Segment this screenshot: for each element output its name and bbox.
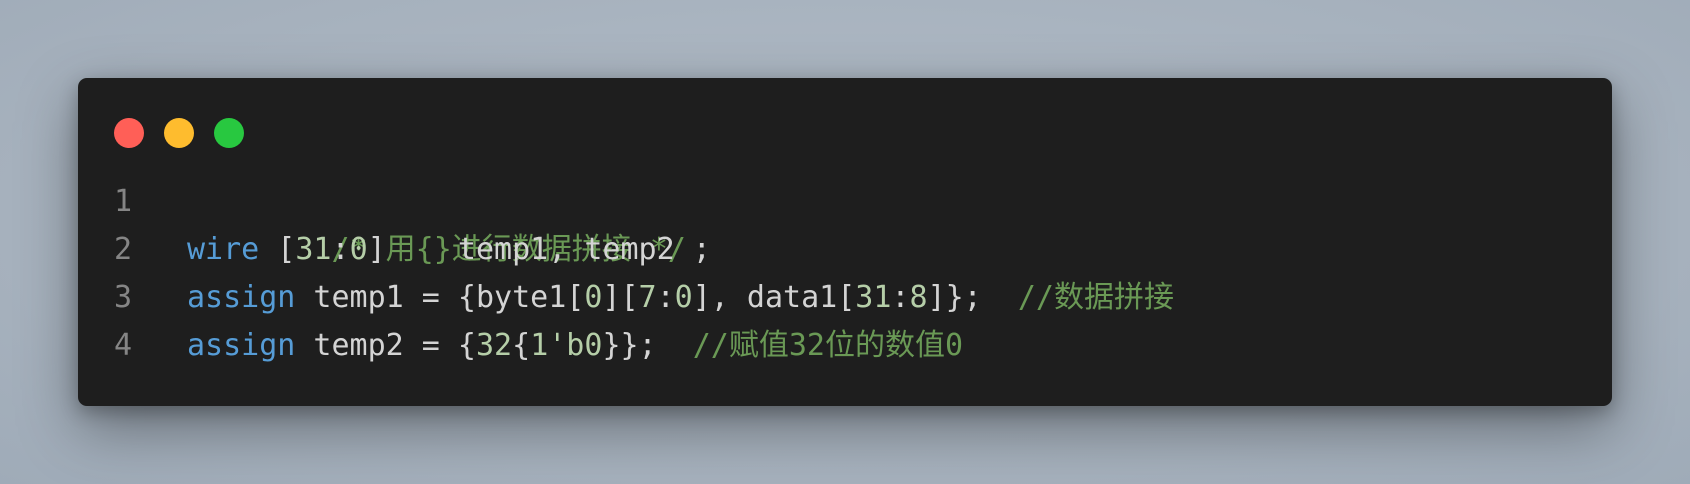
plain-token: temp1 = {byte1[ bbox=[295, 280, 585, 315]
code-line: 3 assign temp1 = {byte1[0][7:0], data1[3… bbox=[78, 274, 1612, 322]
plain-token: }}; bbox=[602, 328, 693, 363]
line-number: 2 bbox=[114, 232, 133, 267]
plain-token: temp2 = { bbox=[295, 328, 476, 363]
plain-token: : bbox=[656, 280, 675, 315]
traffic-lights bbox=[114, 118, 244, 148]
line-content: assign temp1 = {byte1[0][7:0], data1[31:… bbox=[172, 274, 1174, 322]
code-line: 1 /* 用{}进行数据拼接 */ bbox=[78, 178, 1612, 267]
plain-token: { bbox=[512, 328, 531, 363]
line-content: assign temp2 = {32{1'b0}}; //赋值32位的数值0 bbox=[172, 322, 963, 370]
number-token: 31 bbox=[295, 232, 332, 267]
plain-token: ][ bbox=[602, 280, 639, 315]
number-token: 7 bbox=[638, 280, 657, 315]
number-token: 31 bbox=[855, 280, 892, 315]
code-line: 4 assign temp2 = {32{1'b0}}; //赋值32位的数值0 bbox=[78, 322, 1612, 370]
plain-token: ], data1[ bbox=[692, 280, 856, 315]
code-line: 2 wire [31:0] temp1, temp2 ; bbox=[78, 226, 1612, 274]
number-token: 32 bbox=[476, 328, 513, 363]
plain-token: [ bbox=[259, 232, 296, 267]
plain-token: : bbox=[891, 280, 910, 315]
comment-token: //赋值32位的数值0 bbox=[692, 328, 964, 363]
close-dot-icon[interactable] bbox=[114, 118, 144, 148]
number-token: 1'b0 bbox=[530, 328, 603, 363]
line-content: wire [31:0] temp1, temp2 ; bbox=[172, 226, 711, 274]
plain-token: : bbox=[331, 232, 350, 267]
plain-token: ] temp1, temp2 ; bbox=[367, 232, 711, 267]
number-token: 0 bbox=[674, 280, 693, 315]
keyword-token: wire bbox=[187, 232, 260, 267]
keyword-token: assign bbox=[187, 328, 296, 363]
comment-token: //数据拼接 bbox=[1017, 280, 1174, 315]
line-number: 4 bbox=[114, 328, 133, 363]
number-token: 8 bbox=[909, 280, 928, 315]
line-content: /* 用{}进行数据拼接 */ bbox=[172, 178, 687, 267]
zoom-dot-icon[interactable] bbox=[214, 118, 244, 148]
code-window: 1 /* 用{}进行数据拼接 */ 2 wire [31:0] temp1, t… bbox=[78, 78, 1612, 406]
plain-token: ]}; bbox=[927, 280, 1018, 315]
number-token: 0 bbox=[584, 280, 603, 315]
keyword-token: assign bbox=[187, 280, 296, 315]
line-number: 1 bbox=[114, 184, 133, 219]
line-number: 3 bbox=[114, 280, 133, 315]
minimize-dot-icon[interactable] bbox=[164, 118, 194, 148]
code-block: 1 /* 用{}进行数据拼接 */ 2 wire [31:0] temp1, t… bbox=[78, 178, 1612, 370]
number-token: 0 bbox=[349, 232, 368, 267]
